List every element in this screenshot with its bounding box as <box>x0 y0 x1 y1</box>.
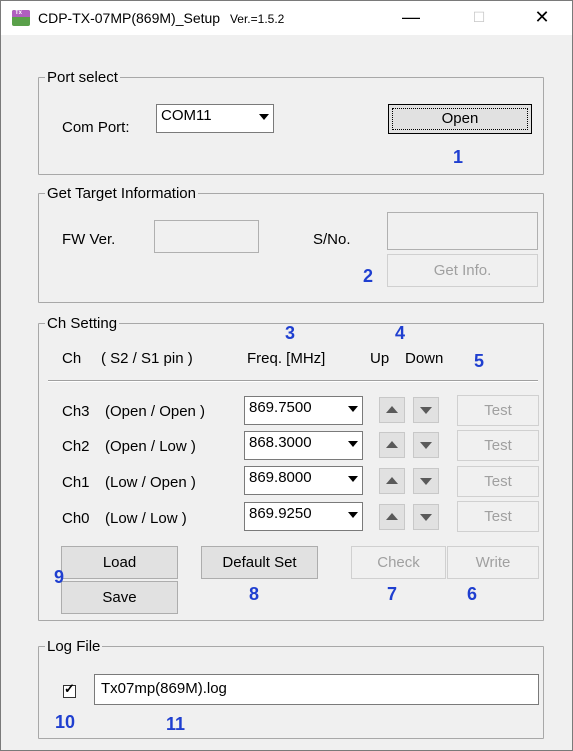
row-ch0-ch: Ch0 <box>62 510 90 527</box>
row-ch0-down-button[interactable] <box>413 504 439 530</box>
row-ch3-freq-value: 869.7500 <box>249 399 312 416</box>
marker-4: 4 <box>395 323 406 343</box>
row-ch0-pins: (Low / Low ) <box>105 510 187 527</box>
row-ch2-freq-value: 868.3000 <box>249 434 312 451</box>
title-bar: Tx CDP-TX-07MP(869M)_Setup Ver.=1.5.2 — … <box>1 1 572 35</box>
header-pins: ( S2 / S1 pin ) <box>101 350 193 367</box>
header-ch: Ch <box>62 350 82 367</box>
row-ch2-ch: Ch2 <box>62 438 90 455</box>
marker-10: 10 <box>55 712 76 732</box>
fw-ver-label: FW Ver. <box>62 231 116 248</box>
row-ch2-down-button[interactable] <box>413 432 439 458</box>
sn-field <box>387 212 538 250</box>
row-ch1-pins: (Low / Open ) <box>105 474 196 491</box>
default-set-button[interactable]: Default Set <box>201 546 318 579</box>
row-ch2-up-button[interactable] <box>379 432 405 458</box>
row-ch0-freq-value: 869.9250 <box>249 505 312 522</box>
marker-11: 11 <box>166 714 186 734</box>
window-title: CDP-TX-07MP(869M)_Setup Ver.=1.5.2 <box>38 10 284 26</box>
chevron-down-icon[interactable] <box>343 398 361 423</box>
row-ch2-freq-select[interactable]: 868.3000 <box>244 431 363 460</box>
row-ch0-test-button[interactable]: Test <box>457 501 539 532</box>
marker-8: 8 <box>249 584 260 604</box>
chevron-down-icon[interactable] <box>343 504 361 529</box>
window-title-text: CDP-TX-07MP(869M)_Setup <box>38 10 221 26</box>
minimize-button[interactable]: — <box>388 1 434 35</box>
row-ch3-test-button[interactable]: Test <box>457 395 539 426</box>
row-ch0-up-button[interactable] <box>379 504 405 530</box>
row-ch1-test-button[interactable]: Test <box>457 466 539 497</box>
com-port-label: Com Port: <box>62 119 130 136</box>
check-button[interactable]: Check <box>351 546 446 579</box>
chevron-down-icon[interactable] <box>343 433 361 458</box>
log-filename-value: Tx07mp(869M).log <box>101 680 227 697</box>
target-info-legend: Get Target Information <box>47 185 196 202</box>
row-ch2-pins: (Open / Low ) <box>105 438 196 455</box>
marker-2: 2 <box>363 266 374 286</box>
row-ch3-up-button[interactable] <box>379 397 405 423</box>
com-port-value: COM11 <box>161 107 212 124</box>
marker-9: 9 <box>54 567 65 587</box>
marker-1: 1 <box>453 147 464 167</box>
header-separator <box>48 380 538 382</box>
app-icon-text: Tx <box>15 10 23 16</box>
row-ch3-ch: Ch3 <box>62 403 90 420</box>
chevron-down-icon[interactable] <box>343 468 361 493</box>
checkmark-icon: ✓ <box>64 681 75 696</box>
log-filename-field[interactable]: Tx07mp(869M).log <box>94 674 539 705</box>
row-ch1-ch: Ch1 <box>62 474 90 491</box>
setup-window: Tx CDP-TX-07MP(869M)_Setup Ver.=1.5.2 — … <box>0 0 573 751</box>
header-down: Down <box>405 350 444 367</box>
marker-7: 7 <box>387 584 398 604</box>
header-up: Up <box>370 350 390 367</box>
marker-6: 6 <box>467 584 478 604</box>
log-file-checkbox[interactable]: ✓ <box>63 681 76 698</box>
row-ch1-freq-value: 869.8000 <box>249 469 312 486</box>
port-select-legend: Port select <box>47 69 118 86</box>
app-icon: Tx <box>12 10 30 26</box>
header-freq: Freq. [MHz] <box>247 350 326 367</box>
com-port-select[interactable]: COM11 <box>156 104 274 133</box>
save-button[interactable]: Save <box>61 581 178 614</box>
load-button[interactable]: Load <box>61 546 178 579</box>
row-ch1-up-button[interactable] <box>379 468 405 494</box>
marker-5: 5 <box>474 351 485 371</box>
row-ch0-freq-select[interactable]: 869.9250 <box>244 502 363 531</box>
row-ch1-down-button[interactable] <box>413 468 439 494</box>
row-ch2-test-button[interactable]: Test <box>457 430 539 461</box>
open-button[interactable]: Open <box>388 104 532 134</box>
sn-label: S/No. <box>313 231 351 248</box>
row-ch3-pins: (Open / Open ) <box>105 403 206 420</box>
row-ch1-freq-select[interactable]: 869.8000 <box>244 466 363 495</box>
window-version: Ver.=1.5.2 <box>229 12 285 26</box>
maximize-button[interactable]: ☐ <box>456 1 502 35</box>
close-button[interactable]: ✕ <box>519 1 565 35</box>
fw-ver-field <box>154 220 259 253</box>
chevron-down-icon[interactable] <box>254 106 272 131</box>
row-ch3-freq-select[interactable]: 869.7500 <box>244 396 363 425</box>
get-info-button[interactable]: Get Info. <box>387 254 538 287</box>
log-file-legend: Log File <box>47 638 101 655</box>
ch-setting-legend: Ch Setting <box>47 315 118 332</box>
marker-3: 3 <box>285 323 296 343</box>
row-ch3-down-button[interactable] <box>413 397 439 423</box>
write-button[interactable]: Write <box>447 546 539 579</box>
